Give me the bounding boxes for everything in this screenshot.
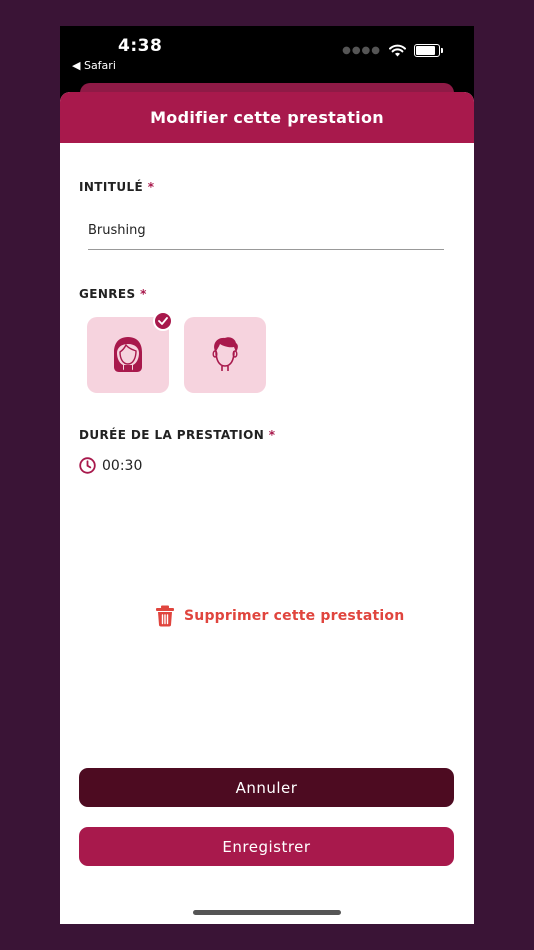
required-mark: * bbox=[268, 428, 276, 442]
name-label: INTITULÉ * bbox=[79, 180, 154, 194]
duration-label: DURÉE DE LA PRESTATION * bbox=[79, 428, 275, 442]
save-button[interactable]: Enregistrer bbox=[79, 827, 454, 866]
gender-option-man[interactable] bbox=[184, 317, 266, 393]
required-mark: * bbox=[140, 287, 147, 301]
back-to-safari-link[interactable]: ◀ Safari bbox=[72, 59, 116, 72]
clock-icon bbox=[79, 457, 96, 474]
home-indicator[interactable] bbox=[193, 910, 341, 915]
wifi-icon bbox=[389, 44, 406, 57]
name-input[interactable] bbox=[88, 212, 444, 250]
cancel-button[interactable]: Annuler bbox=[79, 768, 454, 807]
man-face-icon bbox=[212, 337, 238, 371]
required-mark: * bbox=[147, 180, 155, 194]
signal-dots-icon: ●●●● bbox=[342, 45, 381, 56]
duration-value: 00:30 bbox=[102, 457, 143, 474]
status-time: 4:38 bbox=[118, 36, 163, 56]
trash-icon bbox=[156, 605, 174, 627]
genres-label: GENRES * bbox=[79, 287, 147, 301]
duration-picker[interactable]: 00:30 bbox=[79, 457, 142, 474]
status-icons: ●●●● bbox=[342, 44, 443, 57]
sheet-title: Modifier cette prestation bbox=[150, 108, 384, 127]
genres-label-text: GENRES bbox=[79, 287, 136, 301]
edit-service-sheet: Modifier cette prestation INTITULÉ * GEN… bbox=[60, 92, 474, 924]
delete-service-button[interactable]: Supprimer cette prestation bbox=[155, 605, 404, 627]
name-label-text: INTITULÉ bbox=[79, 180, 144, 194]
phone-screen: 4:38 ◀ Safari ●●●● Modifier cette presta… bbox=[60, 26, 474, 924]
battery-icon bbox=[414, 44, 443, 57]
delete-service-label: Supprimer cette prestation bbox=[184, 608, 405, 624]
woman-face-icon bbox=[114, 337, 142, 372]
duration-label-text: DURÉE DE LA PRESTATION bbox=[79, 428, 265, 442]
sheet-header: Modifier cette prestation bbox=[60, 92, 474, 143]
selected-check-icon bbox=[153, 311, 173, 331]
gender-option-woman[interactable] bbox=[87, 311, 173, 393]
